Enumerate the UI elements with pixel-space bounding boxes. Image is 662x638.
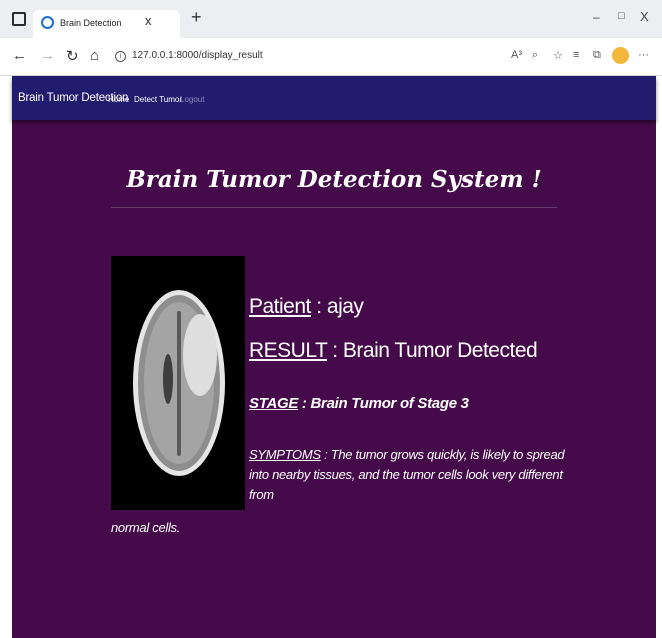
symptoms-line: SYMPTOMS : The tumor grows quickly, is l… [249,445,571,505]
profile-icon[interactable] [612,47,629,64]
site-navbar: Brain Tumor Detection Home Detect Tumor … [12,76,656,120]
refresh-icon[interactable]: ↻ [66,47,79,65]
browser-tab[interactable]: Brain Detection x [33,10,180,38]
zoom-icon[interactable]: ⌕ [532,49,538,62]
mri-fissure [177,311,181,456]
patient-line: Patient : ajay [249,295,364,319]
symptoms-label: SYMPTOMS [249,447,321,462]
stage-label: STAGE [249,395,299,412]
forward-icon[interactable]: → [40,47,55,64]
read-aloud-icon[interactable]: A³ [511,49,522,61]
result-line: RESULT : Brain Tumor Detected [249,339,538,363]
favorites-icon[interactable]: ≡ [573,49,579,61]
symptoms-tail: normal cells. [111,520,181,535]
url-field[interactable]: 127.0.0.1:8000/display_result [132,50,263,61]
favicon-icon [41,16,54,29]
nav-link-detect-tumor[interactable]: Detect Tumor [134,95,182,104]
mri-tumor-region [183,314,217,396]
back-icon[interactable]: ← [12,47,27,64]
result-label: RESULT [249,339,327,362]
home-icon[interactable]: ⌂ [90,47,99,64]
patient-label: Patient [249,295,311,318]
nav-link-home[interactable]: Home [108,95,129,104]
tab-tray-icon[interactable] [12,12,26,26]
collections-icon[interactable]: ⧉ [593,49,601,62]
tab-title: Brain Detection [60,18,122,28]
new-tab-button[interactable]: + [191,7,202,28]
result-page: Brain Tumor Detection System ! Patient :… [12,120,656,638]
stage-line: STAGE : Brain Tumor of Stage 3 [249,395,469,412]
page-title: Brain Tumor Detection System ! [126,166,542,193]
patient-value: : ajay [310,295,364,318]
address-bar: ← → ↻ ⌂ i 127.0.0.1:8000/display_result … [0,38,662,76]
stage-value: : Brain Tumor of Stage 3 [298,395,469,412]
nav-link-logout[interactable]: Logout [180,95,204,104]
maximize-button[interactable]: □ [618,10,625,22]
result-value: : Brain Tumor Detected [326,339,538,362]
info-icon[interactable]: i [115,51,126,62]
minimize-button[interactable]: – [593,10,600,24]
more-icon[interactable]: ··· [638,49,649,61]
browser-tab-strip: Brain Detection x + – □ X [0,0,662,38]
mri-ventricle [163,354,173,404]
mri-scan-image [111,256,245,510]
close-window-button[interactable]: X [640,9,649,24]
title-divider [111,207,557,208]
favorite-icon[interactable]: ☆ [553,49,563,62]
tab-close-icon[interactable]: x [145,13,152,28]
